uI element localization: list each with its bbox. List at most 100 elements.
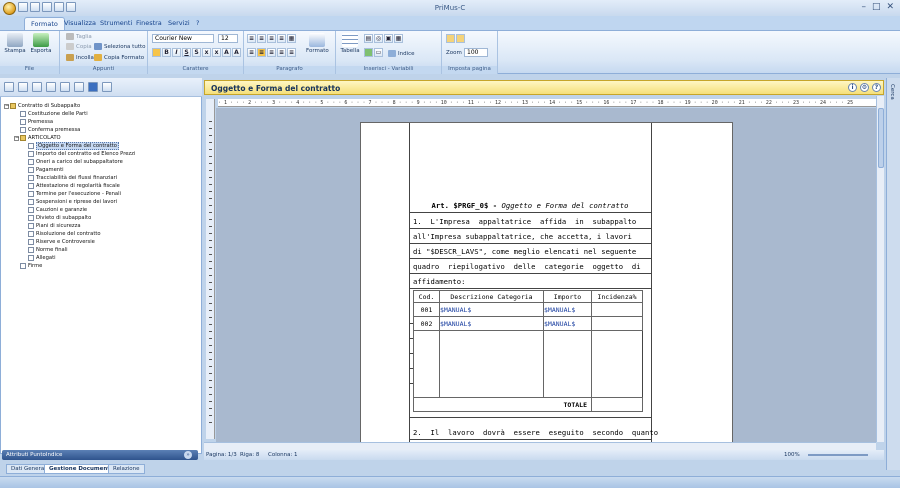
strikethrough-icon[interactable]: S — [192, 48, 201, 57]
horizontal-scrollbar[interactable] — [204, 442, 876, 450]
margins-icon[interactable] — [456, 34, 465, 43]
help-icon[interactable]: ? — [872, 83, 881, 92]
copia-button[interactable]: Copia — [66, 43, 92, 50]
attributes-panel-header[interactable]: Attributi PuntoIndice » — [2, 450, 198, 460]
ruler-tick — [209, 338, 212, 339]
tree-item-label: Oggetto e Forma del contratto — [36, 142, 119, 150]
underline-icon[interactable]: S — [182, 48, 191, 57]
category-table[interactable]: Cod. Descrizione Categoria Importo Incid… — [413, 290, 643, 412]
vertical-ruler[interactable] — [206, 99, 215, 439]
tree-item[interactable]: Sospensioni e riprese dei lavori — [28, 198, 117, 206]
numbering-icon[interactable]: ≡ — [257, 34, 266, 43]
insert-symbol-icon[interactable]: ▦ — [394, 34, 403, 43]
horizontal-ruler[interactable]: · 1 · · · 2 · · · 3 · · · 4 · · · 5 · · … — [218, 99, 878, 107]
copia-formato-button[interactable]: Copia Formato — [94, 54, 144, 61]
tree-item[interactable]: Oneri a carico del subappaltatore — [28, 158, 123, 166]
incolla-button[interactable]: Incolla — [66, 54, 94, 61]
collapse-icon[interactable]: − — [14, 135, 19, 141]
close-icon[interactable]: ✕ — [886, 2, 894, 12]
tree-item[interactable]: Conferma premessa — [20, 126, 80, 134]
grow-font-icon[interactable]: A — [222, 48, 231, 57]
font-combo[interactable]: Courier New — [152, 34, 214, 43]
align-right-icon[interactable]: ≡ — [267, 48, 276, 57]
vertical-scrollbar[interactable] — [876, 96, 884, 442]
insert-variable-icon[interactable]: ◎ — [374, 34, 383, 43]
tree-item[interactable]: − ARTICOLATO — [14, 134, 61, 142]
collapse-panel-icon[interactable]: » — [184, 451, 192, 459]
justify-icon[interactable]: ≡ — [277, 48, 286, 57]
bullets-icon[interactable]: ≡ — [247, 34, 256, 43]
delete-node-icon[interactable] — [32, 82, 42, 92]
align-left-icon[interactable]: ≡ — [247, 48, 256, 57]
document-page[interactable]: Art. $PRGF_0$ - Oggetto e Forma del cont… — [360, 122, 733, 442]
tree-item[interactable]: Riserve e Controversie — [28, 238, 95, 246]
scroll-thumb[interactable] — [878, 108, 884, 168]
subscript-icon[interactable]: x — [212, 48, 221, 57]
tree-item[interactable]: Divieto di subappalto — [28, 214, 91, 222]
info-icon[interactable]: i — [848, 83, 857, 92]
tree-item[interactable]: − Contratto di Subappalto — [4, 102, 80, 110]
insert-shape-icon[interactable]: ▭ — [374, 48, 383, 57]
tree-item[interactable]: Oggetto e Forma del contratto — [28, 142, 119, 150]
document-header: Oggetto e Forma del contratto i ⚙ ? — [204, 80, 884, 95]
settings-icon[interactable]: ⚙ — [860, 83, 869, 92]
indice-button[interactable]: Indice — [388, 50, 415, 57]
tree-item-label: Firme — [28, 263, 43, 269]
stampa-button[interactable]: Stampa — [4, 31, 26, 54]
seleziona-tutto-button[interactable]: Seleziona tutto — [94, 43, 146, 50]
zoom-slider[interactable] — [808, 454, 868, 456]
font-size-combo[interactable]: 12 — [218, 34, 238, 43]
tree-item[interactable]: Costituzione delle Parti — [20, 110, 88, 118]
ruler-tick — [209, 163, 212, 164]
insert-image-icon[interactable]: ▣ — [384, 34, 393, 43]
esporta-button[interactable]: Esporta — [30, 31, 52, 54]
paste-node-icon[interactable] — [60, 82, 70, 92]
align-center-icon[interactable]: ≡ — [257, 48, 266, 57]
tree-item[interactable]: Tracciabilità dei flussi finanziari — [28, 174, 117, 182]
maximize-icon[interactable]: □ — [872, 2, 881, 12]
superscript-icon[interactable]: x — [202, 48, 211, 57]
shrink-font-icon[interactable]: A — [232, 48, 241, 57]
ruler-tick — [209, 394, 212, 395]
tab-relazione[interactable]: Relazione — [108, 464, 145, 474]
right-side-panel[interactable]: Cerca — [886, 78, 900, 470]
italic-icon[interactable]: I — [172, 48, 181, 57]
minimize-icon[interactable]: – — [861, 2, 866, 12]
line-spacing-icon[interactable]: ≡ — [287, 48, 296, 57]
copy-node-icon[interactable] — [46, 82, 56, 92]
tree-item[interactable]: Firme — [20, 262, 42, 270]
search-panel-tab[interactable]: Cerca — [889, 84, 895, 100]
tree-item[interactable]: Attestazione di regolarità fiscale — [28, 182, 120, 190]
add-node-icon[interactable] — [4, 82, 14, 92]
tree-item[interactable]: Risoluzione del contratto — [28, 230, 101, 238]
formato-button[interactable]: Formato — [306, 31, 329, 54]
ruler-tick — [209, 422, 212, 423]
tree-item[interactable]: Termine per l'esecuzione - Penali — [28, 190, 121, 198]
tree-item[interactable]: Importo del contratto ed Elenco Prezzi — [28, 150, 135, 158]
borders-icon[interactable]: ▦ — [287, 34, 296, 43]
highlight-icon[interactable] — [152, 48, 161, 57]
taglia-button[interactable]: Taglia — [66, 33, 92, 40]
taskbar-strip — [0, 476, 900, 488]
page-setup-icon[interactable] — [446, 34, 455, 43]
zoom-input[interactable]: 100 — [464, 48, 488, 57]
options-icon[interactable] — [102, 82, 112, 92]
tree-item[interactable]: Pagamenti — [28, 166, 64, 174]
tabella-button[interactable]: Tabella — [339, 31, 361, 54]
outdent-icon[interactable]: ≡ — [267, 34, 276, 43]
move-node-icon[interactable] — [74, 82, 84, 92]
indent-icon[interactable]: ≡ — [277, 34, 286, 43]
tree-item[interactable]: Piani di sicurezza — [28, 222, 81, 230]
tree-item[interactable]: Norme finali — [28, 246, 68, 254]
insert-chart-icon[interactable] — [364, 48, 373, 57]
tree-item[interactable]: Cauzioni e garanzie — [28, 206, 87, 214]
tree-item[interactable]: Allegati — [28, 254, 56, 262]
tab-help[interactable]: ? — [190, 17, 205, 30]
tree-item[interactable]: Premessa — [20, 118, 53, 126]
rule — [409, 417, 651, 418]
insert-field-icon[interactable]: ▤ — [364, 34, 373, 43]
rename-node-icon[interactable] — [18, 82, 28, 92]
bold-icon[interactable]: B — [162, 48, 171, 57]
collapse-icon[interactable]: − — [4, 103, 9, 109]
back-icon[interactable] — [88, 82, 98, 92]
